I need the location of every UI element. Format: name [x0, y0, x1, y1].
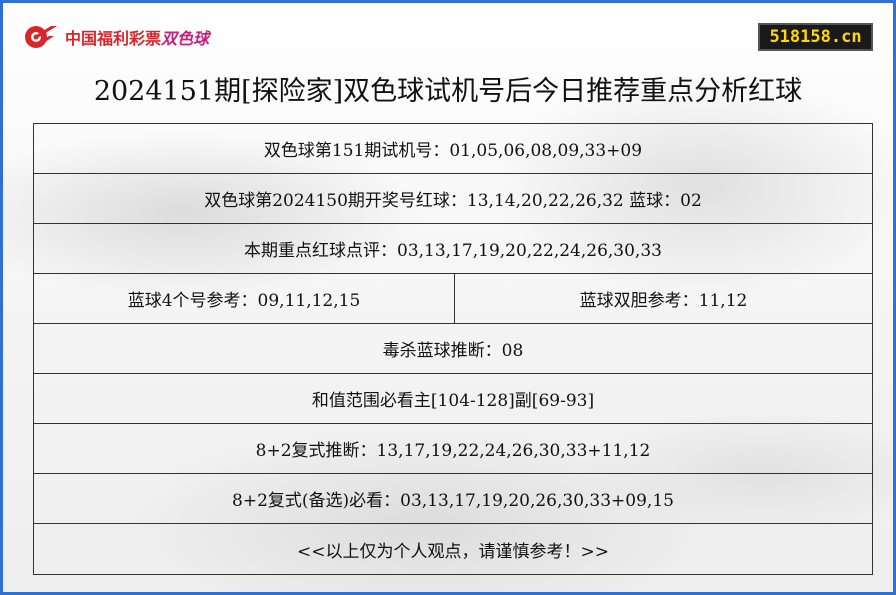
table-row: 8+2复式推断：13,17,19,22,24,26,30,33+11,12: [34, 424, 872, 474]
kill-blue-cell: 毒杀蓝球推断：08: [382, 341, 524, 361]
poster-frame: 中国福利彩票双色球 518158.cn 2024151期[探险家]双色球试机号后…: [0, 0, 896, 595]
table-row: 双色球第2024150期开奖号红球：13,14,20,22,26,32 蓝球：0…: [34, 174, 872, 224]
table-row: 和值范围必看主[104-128]副[69-93]: [34, 374, 872, 424]
lottery-logo: 中国福利彩票双色球: [23, 22, 209, 52]
page-title: 2024151期[探险家]双色球试机号后今日推荐重点分析红球: [93, 76, 803, 107]
table-row: <<以上仅为个人观点，请谨慎参考！>>: [34, 524, 872, 574]
last-draw-cell: 双色球第2024150期开奖号红球：13,14,20,22,26,32 蓝球：0…: [204, 191, 702, 211]
compound-alt-cell: 8+2复式(备选)必看：03,13,17,19,20,26,30,33+09,1…: [232, 491, 674, 511]
logo-name: 中国福利彩票: [65, 29, 162, 48]
blue-four-cell: 蓝球4个号参考：09,11,12,15: [127, 291, 361, 311]
blue-double-cell: 蓝球双胆参考：11,12: [454, 274, 872, 323]
prediction-table: 双色球第151期试机号：01,05,06,08,09,33+09 双色球第202…: [33, 123, 873, 575]
key-red-balls-cell: 本期重点红球点评：03,13,17,19,20,22,24,26,30,33: [244, 241, 662, 261]
table-row: 本期重点红球点评：03,13,17,19,20,22,24,26,30,33: [34, 224, 872, 274]
table-row: 8+2复式(备选)必看：03,13,17,19,20,26,30,33+09,1…: [34, 474, 872, 524]
table-row: 蓝球4个号参考：09,11,12,15 蓝球双胆参考：11,12: [34, 274, 872, 324]
disclaimer-cell: <<以上仅为个人观点，请谨慎参考！>>: [297, 541, 609, 562]
logo-text: 中国福利彩票双色球: [65, 25, 209, 49]
logo-ssq: 双色球: [161, 29, 210, 48]
site-badge[interactable]: 518158.cn: [758, 23, 873, 51]
table-row: 双色球第151期试机号：01,05,06,08,09,33+09: [34, 124, 872, 174]
trial-numbers-cell: 双色球第151期试机号：01,05,06,08,09,33+09: [263, 141, 643, 161]
table-row: 毒杀蓝球推断：08: [34, 324, 872, 374]
welfare-lottery-logo-icon: [25, 26, 57, 48]
sum-range-cell: 和值范围必看主[104-128]副[69-93]: [311, 391, 595, 411]
compound-cell: 8+2复式推断：13,17,19,22,24,26,30,33+11,12: [255, 441, 651, 461]
